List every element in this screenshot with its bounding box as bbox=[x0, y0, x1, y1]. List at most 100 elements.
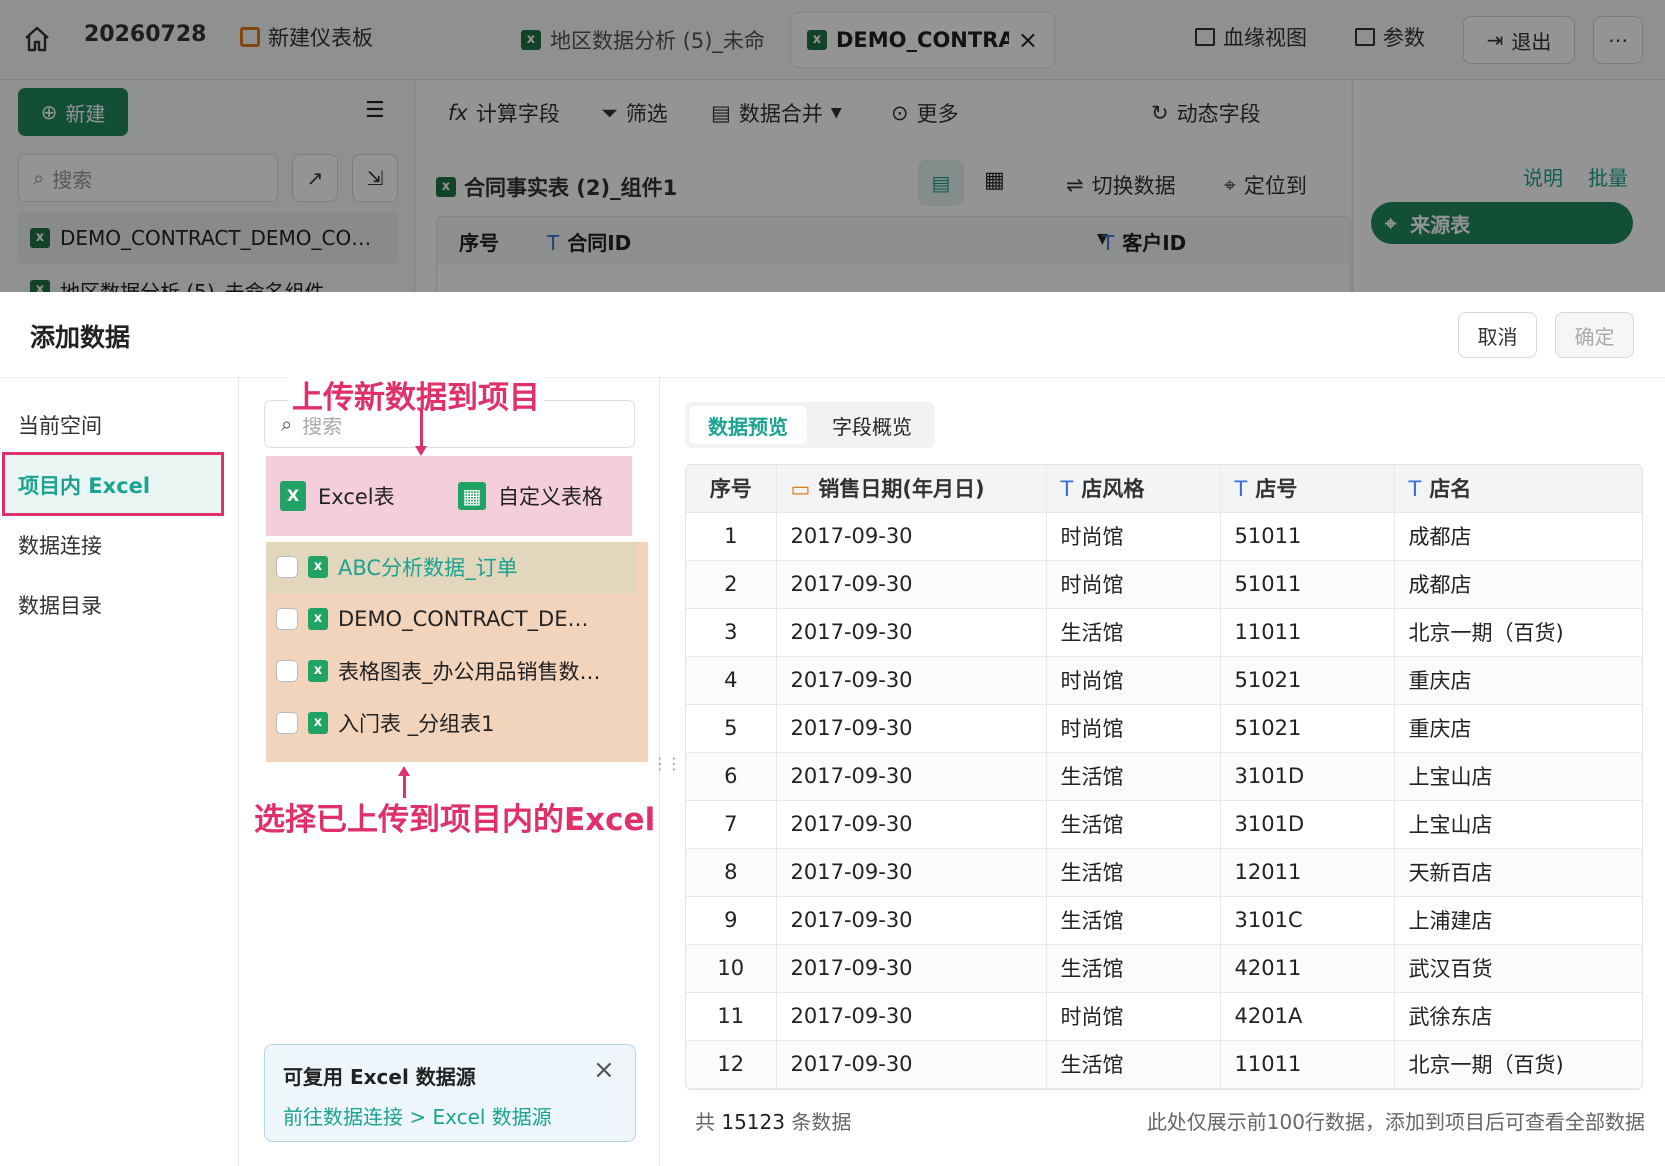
table-cell: 51011 bbox=[1220, 512, 1395, 561]
preview-table-wrap: 序号 ▭ 销售日期(年月日) T 店风格 T 店号 T 店名 1 2017-09-30 时尚… bbox=[685, 464, 1643, 1090]
table-cell: 上宝山店 bbox=[1394, 800, 1642, 849]
checkbox[interactable] bbox=[276, 608, 298, 630]
table-cell: 7 bbox=[686, 800, 777, 849]
table-cell: 2017-09-30 bbox=[776, 848, 1047, 897]
table-cell: 51011 bbox=[1220, 560, 1395, 609]
table-cell: 时尚馆 bbox=[1046, 704, 1221, 753]
col-header-index: 序号 bbox=[686, 465, 777, 513]
table-cell: 5 bbox=[686, 704, 777, 753]
table-cell: 生活馆 bbox=[1046, 800, 1221, 849]
file-item[interactable]: x DEMO_CONTRACT_DEMO… bbox=[266, 594, 601, 644]
file-name: 入门表 _分组表1 bbox=[338, 712, 495, 736]
table-row: 2 2017-09-30 时尚馆 51011 成都店 bbox=[686, 560, 1642, 609]
file-list: x ABC分析数据_订单 x DEMO_CONTRACT_DEMO… x 表格图… bbox=[266, 542, 648, 762]
table-cell: 3 bbox=[686, 608, 777, 657]
table-cell: 2017-09-30 bbox=[776, 608, 1047, 657]
preview-tabs: 数据预览 字段概览 bbox=[685, 402, 935, 448]
table-header-row: 序号 ▭ 销售日期(年月日) T 店风格 T 店号 T 店名 bbox=[686, 465, 1642, 513]
arrowhead-down-icon bbox=[415, 446, 427, 456]
file-item[interactable]: x 入门表 _分组表1 bbox=[266, 698, 601, 748]
file-item[interactable]: x ABC分析数据_订单 bbox=[266, 542, 601, 592]
table-cell: 12 bbox=[686, 1040, 777, 1089]
table-cell: 4 bbox=[686, 656, 777, 705]
table-cell: 生活馆 bbox=[1046, 752, 1221, 801]
cancel-button[interactable]: 取消 bbox=[1458, 312, 1537, 358]
table-cell: 时尚馆 bbox=[1046, 560, 1221, 609]
annotation-select-existing: 选择已上传到项目内的Excel bbox=[254, 802, 656, 838]
table-cell: 1 bbox=[686, 512, 777, 561]
custom-table-button[interactable]: ▦ 自定义表格 bbox=[444, 466, 624, 526]
table-cell: 11011 bbox=[1220, 608, 1395, 657]
excel-upload-button[interactable]: X Excel表 bbox=[266, 466, 436, 526]
total-prefix: 共 bbox=[695, 1110, 715, 1134]
checkbox[interactable] bbox=[276, 660, 298, 682]
table-cell: 时尚馆 bbox=[1046, 992, 1221, 1041]
annotation-arrow-down bbox=[420, 410, 423, 450]
confirm-button[interactable]: 确定 bbox=[1555, 312, 1634, 358]
background-app: 20260728 新建仪表板 x 地区数据分析 (5)_未命 x DEMO_CO… bbox=[0, 0, 1665, 292]
footer-note: 此处仅展示前100行数据，添加到项目后可查看全部数据 bbox=[1146, 1110, 1645, 1134]
table-cell: 天新百店 bbox=[1394, 848, 1642, 897]
tab-field-overview[interactable]: 字段概览 bbox=[813, 406, 931, 444]
table-cell: 3101D bbox=[1220, 752, 1395, 801]
table-cell: 2017-09-30 bbox=[776, 800, 1047, 849]
cancel-label: 取消 bbox=[1477, 324, 1518, 349]
table-cell: 12011 bbox=[1220, 848, 1395, 897]
side-item-current-space[interactable]: 当前空间 bbox=[18, 410, 102, 440]
col-header-store-no: T 店号 bbox=[1220, 465, 1395, 513]
checkbox[interactable] bbox=[276, 556, 298, 578]
tab-data-preview-label: 数据预览 bbox=[708, 414, 788, 439]
table-cell: 2017-09-30 bbox=[776, 944, 1047, 993]
preview-table: 序号 ▭ 销售日期(年月日) T 店风格 T 店号 T 店名 1 2017-09-30 时尚… bbox=[686, 465, 1642, 1089]
confirm-label: 确定 bbox=[1574, 324, 1615, 349]
col-header-label: 店名 bbox=[1429, 477, 1472, 502]
tip-title: 可复用 Excel 数据源 bbox=[283, 1065, 476, 1089]
table-cell: 11 bbox=[686, 992, 777, 1041]
add-data-modal: 添加数据 取消 确定 当前空间 项目内 Excel 数据连接 数据目录 ⌕ 搜索… bbox=[0, 292, 1665, 1166]
tab-data-preview[interactable]: 数据预览 bbox=[689, 406, 807, 444]
excel-icon: x bbox=[308, 608, 328, 630]
table-cell: 2017-09-30 bbox=[776, 1040, 1047, 1089]
table-cell: 2017-09-30 bbox=[776, 752, 1047, 801]
side-item-data-catalog[interactable]: 数据目录 bbox=[18, 590, 102, 620]
table-cell: 51021 bbox=[1220, 704, 1395, 753]
modal-backdrop[interactable] bbox=[0, 0, 1665, 292]
table-cell: 重庆店 bbox=[1394, 656, 1642, 705]
close-icon[interactable]: × bbox=[593, 1055, 615, 1085]
tip-link[interactable]: 前往数据连接 > Excel 数据源 bbox=[283, 1101, 552, 1130]
table-cell: 时尚馆 bbox=[1046, 512, 1221, 561]
excel-icon: X bbox=[280, 481, 306, 511]
table-cell: 时尚馆 bbox=[1046, 656, 1221, 705]
annotation-upload-new: 上传新数据到项目 bbox=[288, 372, 544, 417]
tab-field-overview-label: 字段概览 bbox=[832, 414, 912, 439]
table-row: 10 2017-09-30 生活馆 42011 武汉百货 bbox=[686, 944, 1642, 993]
file-name: ABC分析数据_订单 bbox=[338, 556, 518, 580]
table-row: 11 2017-09-30 时尚馆 4201A 武徐东店 bbox=[686, 992, 1642, 1041]
reuse-tip-box: 可复用 Excel 数据源 × 前往数据连接 > Excel 数据源 bbox=[264, 1044, 636, 1142]
total-count: 15123 bbox=[721, 1110, 785, 1134]
table-cell: 2017-09-30 bbox=[776, 656, 1047, 705]
table-cell: 8 bbox=[686, 848, 777, 897]
table-cell: 北京一期（百货) bbox=[1394, 1040, 1642, 1089]
table-row: 9 2017-09-30 生活馆 3101C 上浦建店 bbox=[686, 896, 1642, 945]
table-cell: 上浦建店 bbox=[1394, 896, 1642, 945]
file-name: DEMO_CONTRACT_DEMO… bbox=[338, 607, 601, 631]
table-cell: 武汉百货 bbox=[1394, 944, 1642, 993]
table-row: 5 2017-09-30 时尚馆 51021 重庆店 bbox=[686, 704, 1642, 753]
table-cell: 生活馆 bbox=[1046, 944, 1221, 993]
checkbox[interactable] bbox=[276, 712, 298, 734]
table-cell: 成都店 bbox=[1394, 560, 1642, 609]
table-row: 3 2017-09-30 生活馆 11011 北京一期（百货) bbox=[686, 608, 1642, 657]
file-item[interactable]: x 表格图表_办公用品销售数据… bbox=[266, 646, 601, 696]
calendar-icon: ▭ bbox=[790, 477, 811, 502]
table-cell: 成都店 bbox=[1394, 512, 1642, 561]
modal-title: 添加数据 bbox=[30, 323, 131, 352]
col-header-label: 店风格 bbox=[1081, 477, 1145, 502]
modal-header: 添加数据 取消 确定 bbox=[0, 292, 1665, 378]
side-item-data-connection[interactable]: 数据连接 bbox=[18, 530, 102, 560]
table-cell: 重庆店 bbox=[1394, 704, 1642, 753]
table-cell: 10 bbox=[686, 944, 777, 993]
table-cell: 2017-09-30 bbox=[776, 560, 1047, 609]
table-cell: 9 bbox=[686, 896, 777, 945]
table-cell: 4201A bbox=[1220, 992, 1395, 1041]
